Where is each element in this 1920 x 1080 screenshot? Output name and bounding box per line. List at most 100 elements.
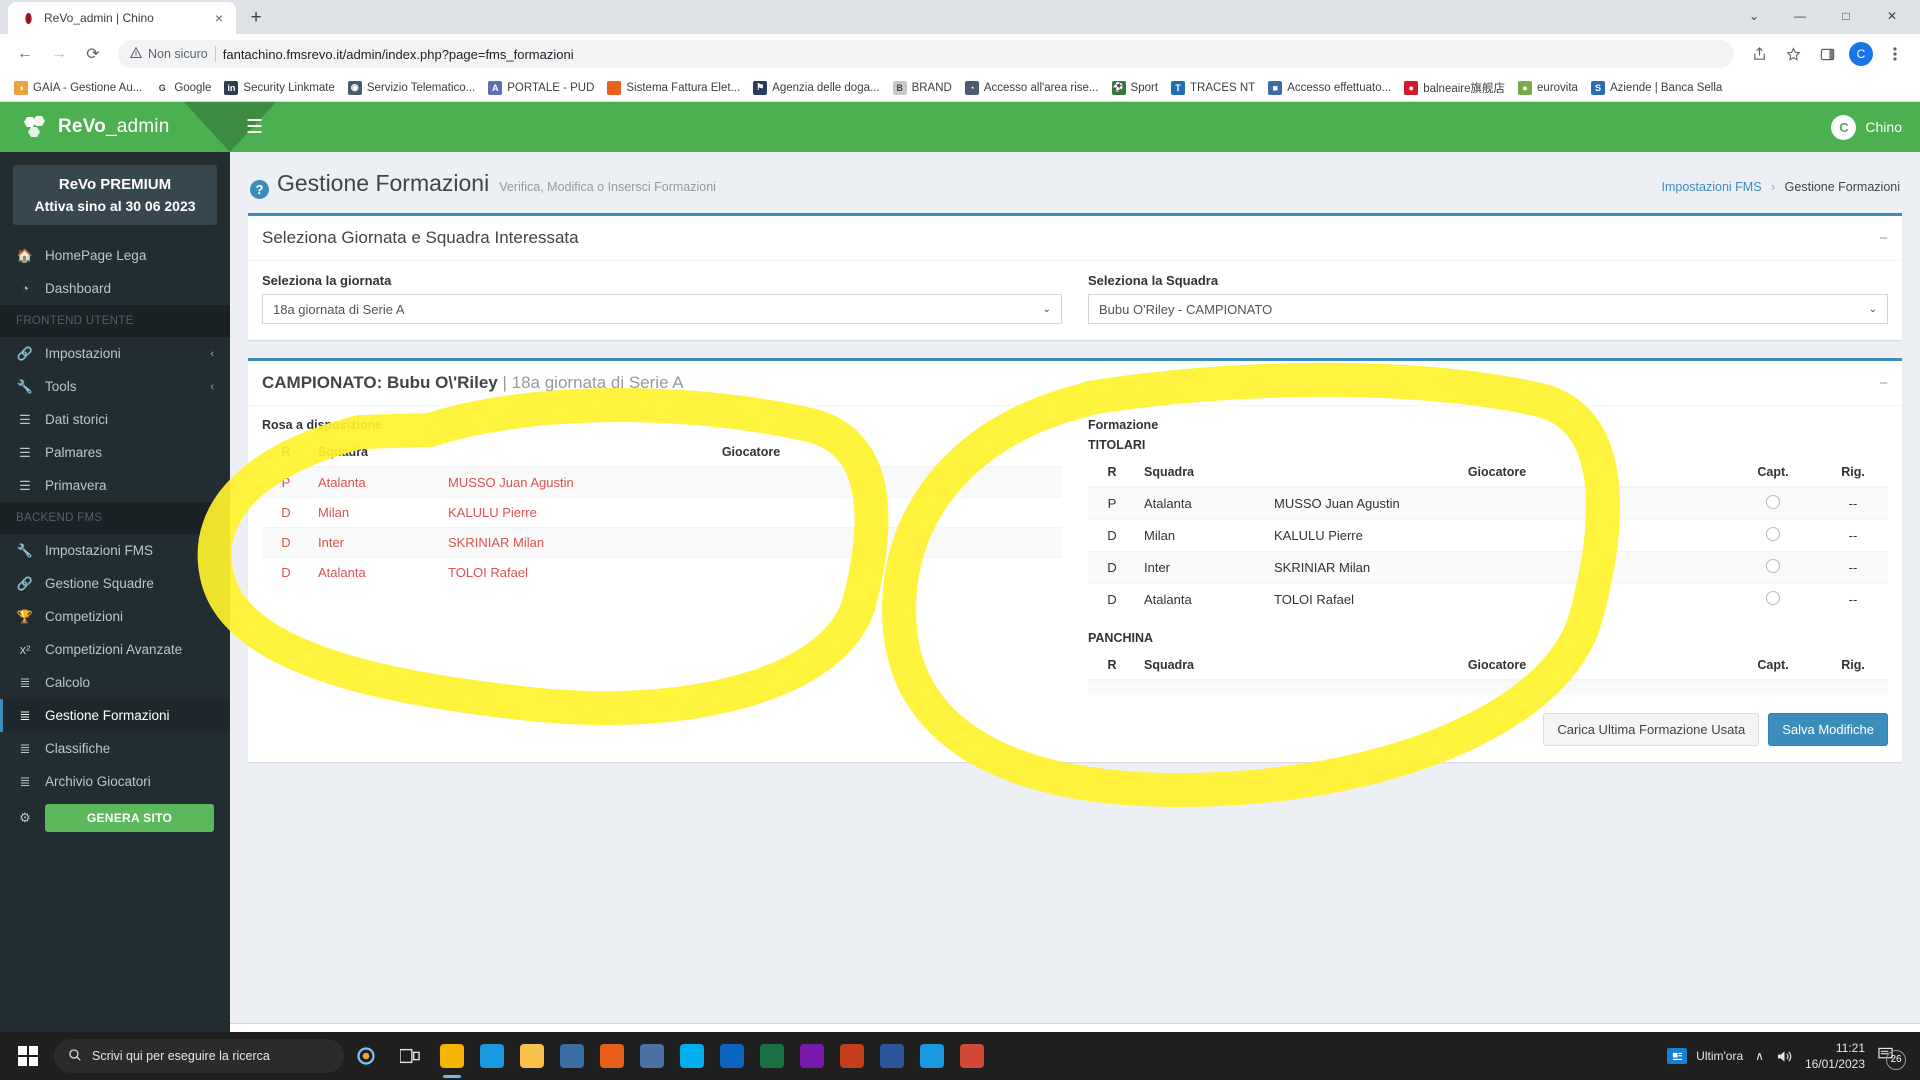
- taskbar-app-chrome[interactable]: [432, 1032, 472, 1080]
- titolari-row[interactable]: D Milan KALULU Pierre --: [1088, 519, 1888, 552]
- bookmark-item[interactable]: T TRACES NT: [1165, 78, 1261, 98]
- bookmark-item[interactable]: ◉ Servizio Telematico...: [342, 78, 481, 98]
- sidebar-item-primavera[interactable]: ☰ Primavera: [0, 469, 230, 502]
- generate-site-button[interactable]: GENERA SITO: [45, 804, 214, 832]
- not-secure-indicator[interactable]: Non sicuro: [129, 46, 208, 62]
- rosa-cell-squadra[interactable]: Atalanta: [310, 557, 440, 587]
- side-panel-icon[interactable]: [1812, 39, 1842, 69]
- question-mark-icon[interactable]: ?: [250, 180, 269, 199]
- sidebar-item-homepage-lega[interactable]: 🏠 HomePage Lega: [0, 239, 230, 272]
- news-widget[interactable]: Ultim'ora: [1667, 1048, 1743, 1064]
- bookmark-item[interactable]: Sistema Fattura Elet...: [601, 78, 746, 98]
- sidebar-item-gestione-squadre[interactable]: 🔗 Gestione Squadre: [0, 567, 230, 600]
- task-view-icon[interactable]: [388, 1032, 432, 1080]
- giornata-select[interactable]: 18a giornata di Serie A ⌄: [262, 294, 1062, 324]
- rosa-cell-r[interactable]: P: [262, 466, 310, 498]
- rosa-row[interactable]: D Inter SKRINIAR Milan: [262, 527, 1062, 558]
- bookmark-item[interactable]: A PORTALE - PUD: [482, 78, 600, 98]
- sidebar-item-calcolo[interactable]: ≣ Calcolo: [0, 666, 230, 699]
- forward-icon[interactable]: →: [44, 39, 74, 69]
- rosa-cell-r[interactable]: D: [262, 497, 310, 528]
- bookmark-item[interactable]: ◑ GAIA - Gestione Au...: [8, 78, 148, 98]
- load-last-formation-button[interactable]: Carica Ultima Formazione Usata: [1543, 713, 1760, 746]
- share-icon[interactable]: [1744, 39, 1774, 69]
- brand-header[interactable]: ReVo_admin: [0, 102, 230, 152]
- rosa-row[interactable]: D Milan KALULU Pierre: [262, 497, 1062, 528]
- breadcrumb-parent[interactable]: Impostazioni FMS: [1662, 180, 1762, 194]
- bookmark-item[interactable]: B BRAND: [887, 78, 958, 98]
- captain-radio[interactable]: [1766, 559, 1780, 573]
- titolari-row[interactable]: D Inter SKRINIAR Milan --: [1088, 551, 1888, 584]
- sidebar-item-competizioni-avanzate[interactable]: x² Competizioni Avanzate: [0, 633, 230, 666]
- rosa-cell-squadra[interactable]: Inter: [310, 527, 440, 558]
- bookmark-item[interactable]: ■ Accesso effettuato...: [1262, 78, 1397, 98]
- taskbar-app-app-extra[interactable]: [952, 1032, 992, 1080]
- captain-radio[interactable]: [1766, 495, 1780, 509]
- bookmark-item[interactable]: ⚽ Sport: [1106, 78, 1165, 98]
- three-dot-menu-icon[interactable]: [1880, 39, 1910, 69]
- bookmark-item[interactable]: ● balneaire旗舰店: [1398, 77, 1511, 99]
- windows-start-icon[interactable]: [4, 1032, 52, 1080]
- rosa-cell-squadra[interactable]: Milan: [310, 497, 440, 528]
- rosa-row[interactable]: P Atalanta MUSSO Juan Agustin: [262, 466, 1062, 498]
- minus-icon[interactable]: −: [1879, 231, 1888, 246]
- rosa-cell-giocatore[interactable]: TOLOI Rafael: [440, 557, 1062, 587]
- tab-close-icon[interactable]: ×: [210, 9, 228, 27]
- hamburger-menu-icon[interactable]: ☰: [246, 116, 263, 139]
- cortana-icon[interactable]: [344, 1032, 388, 1080]
- titolari-row[interactable]: P Atalanta MUSSO Juan Agustin --: [1088, 486, 1888, 520]
- sidebar-item-tools[interactable]: 🔧 Tools ‹: [0, 370, 230, 403]
- star-icon[interactable]: [1778, 39, 1808, 69]
- taskbar-app-excel[interactable]: [752, 1032, 792, 1080]
- titolari-row[interactable]: D Atalanta TOLOI Rafael --: [1088, 583, 1888, 615]
- clock[interactable]: 11:21 16/01/2023: [1805, 1040, 1865, 1072]
- browser-tab[interactable]: ReVo_admin | Chino ×: [8, 2, 236, 34]
- save-button[interactable]: Salva Modifiche: [1768, 713, 1888, 746]
- bookmark-item[interactable]: ● eurovita: [1512, 78, 1584, 98]
- taskbar-app-internet-explorer[interactable]: [912, 1032, 952, 1080]
- taskbar-app-outlook[interactable]: [712, 1032, 752, 1080]
- new-tab-button[interactable]: +: [242, 4, 270, 32]
- squadra-select[interactable]: Bubu O'Riley - CAMPIONATO ⌄: [1088, 294, 1888, 324]
- sidebar-item-palmares[interactable]: ☰ Palmares: [0, 436, 230, 469]
- volume-icon[interactable]: [1776, 1049, 1793, 1064]
- search-tabs-icon[interactable]: ⌄: [1732, 2, 1776, 30]
- user-menu[interactable]: C Chino: [1831, 114, 1902, 140]
- taskbar-app-calculator[interactable]: [632, 1032, 672, 1080]
- sidebar-item-competizioni[interactable]: 🏆 Competizioni: [0, 600, 230, 633]
- maximize-button[interactable]: □: [1824, 2, 1868, 30]
- sidebar-item-archivio-giocatori[interactable]: ≣ Archivio Giocatori: [0, 765, 230, 798]
- bookmark-item[interactable]: ◔ Accesso all'area rise...: [959, 78, 1105, 98]
- minimize-button[interactable]: —: [1778, 2, 1822, 30]
- close-window-button[interactable]: ✕: [1870, 2, 1914, 30]
- rosa-cell-giocatore[interactable]: SKRINIAR Milan: [440, 527, 1062, 558]
- rosa-cell-r[interactable]: D: [262, 557, 310, 587]
- captain-radio[interactable]: [1766, 591, 1780, 605]
- profile-avatar[interactable]: C: [1846, 39, 1876, 69]
- sidebar-item-classifiche[interactable]: ≣ Classifiche: [0, 732, 230, 765]
- bookmark-item[interactable]: S Aziende | Banca Sella: [1585, 78, 1728, 98]
- sidebar-item-dashboard[interactable]: ◔ Dashboard: [0, 272, 230, 305]
- notification-center[interactable]: 26: [1877, 1043, 1906, 1070]
- rosa-cell-giocatore[interactable]: MUSSO Juan Agustin: [440, 466, 1062, 498]
- taskbar-app-firefox[interactable]: [592, 1032, 632, 1080]
- sidebar-item-dati-storici[interactable]: ☰ Dati storici: [0, 403, 230, 436]
- sidebar-item-impostazioni-fms[interactable]: 🔧 Impostazioni FMS: [0, 534, 230, 567]
- search-input[interactable]: Scrivi qui per eseguire la ricerca: [54, 1039, 344, 1073]
- sidebar-item-gestione-formazioni[interactable]: ≣ Gestione Formazioni: [0, 699, 230, 732]
- reload-icon[interactable]: ⟳: [78, 39, 108, 69]
- taskbar-app-file-explorer[interactable]: [512, 1032, 552, 1080]
- chevron-up-icon[interactable]: ∧: [1755, 1049, 1764, 1063]
- bookmark-item[interactable]: in Security Linkmate: [218, 78, 340, 98]
- rosa-cell-r[interactable]: D: [262, 527, 310, 558]
- taskbar-app-word[interactable]: [872, 1032, 912, 1080]
- bookmark-item[interactable]: ⚑ Agenzia delle doga...: [747, 78, 885, 98]
- rosa-cell-squadra[interactable]: Atalanta: [310, 466, 440, 498]
- sidebar-item-impostazioni[interactable]: 🔗 Impostazioni ‹: [0, 337, 230, 370]
- address-bar[interactable]: Non sicuro fantachino.fmsrevo.it/admin/i…: [118, 40, 1734, 68]
- taskbar-app-skype[interactable]: [672, 1032, 712, 1080]
- rosa-cell-giocatore[interactable]: KALULU Pierre: [440, 497, 1062, 528]
- taskbar-app-edge[interactable]: [472, 1032, 512, 1080]
- rosa-row[interactable]: D Atalanta TOLOI Rafael: [262, 557, 1062, 587]
- taskbar-app-store[interactable]: [552, 1032, 592, 1080]
